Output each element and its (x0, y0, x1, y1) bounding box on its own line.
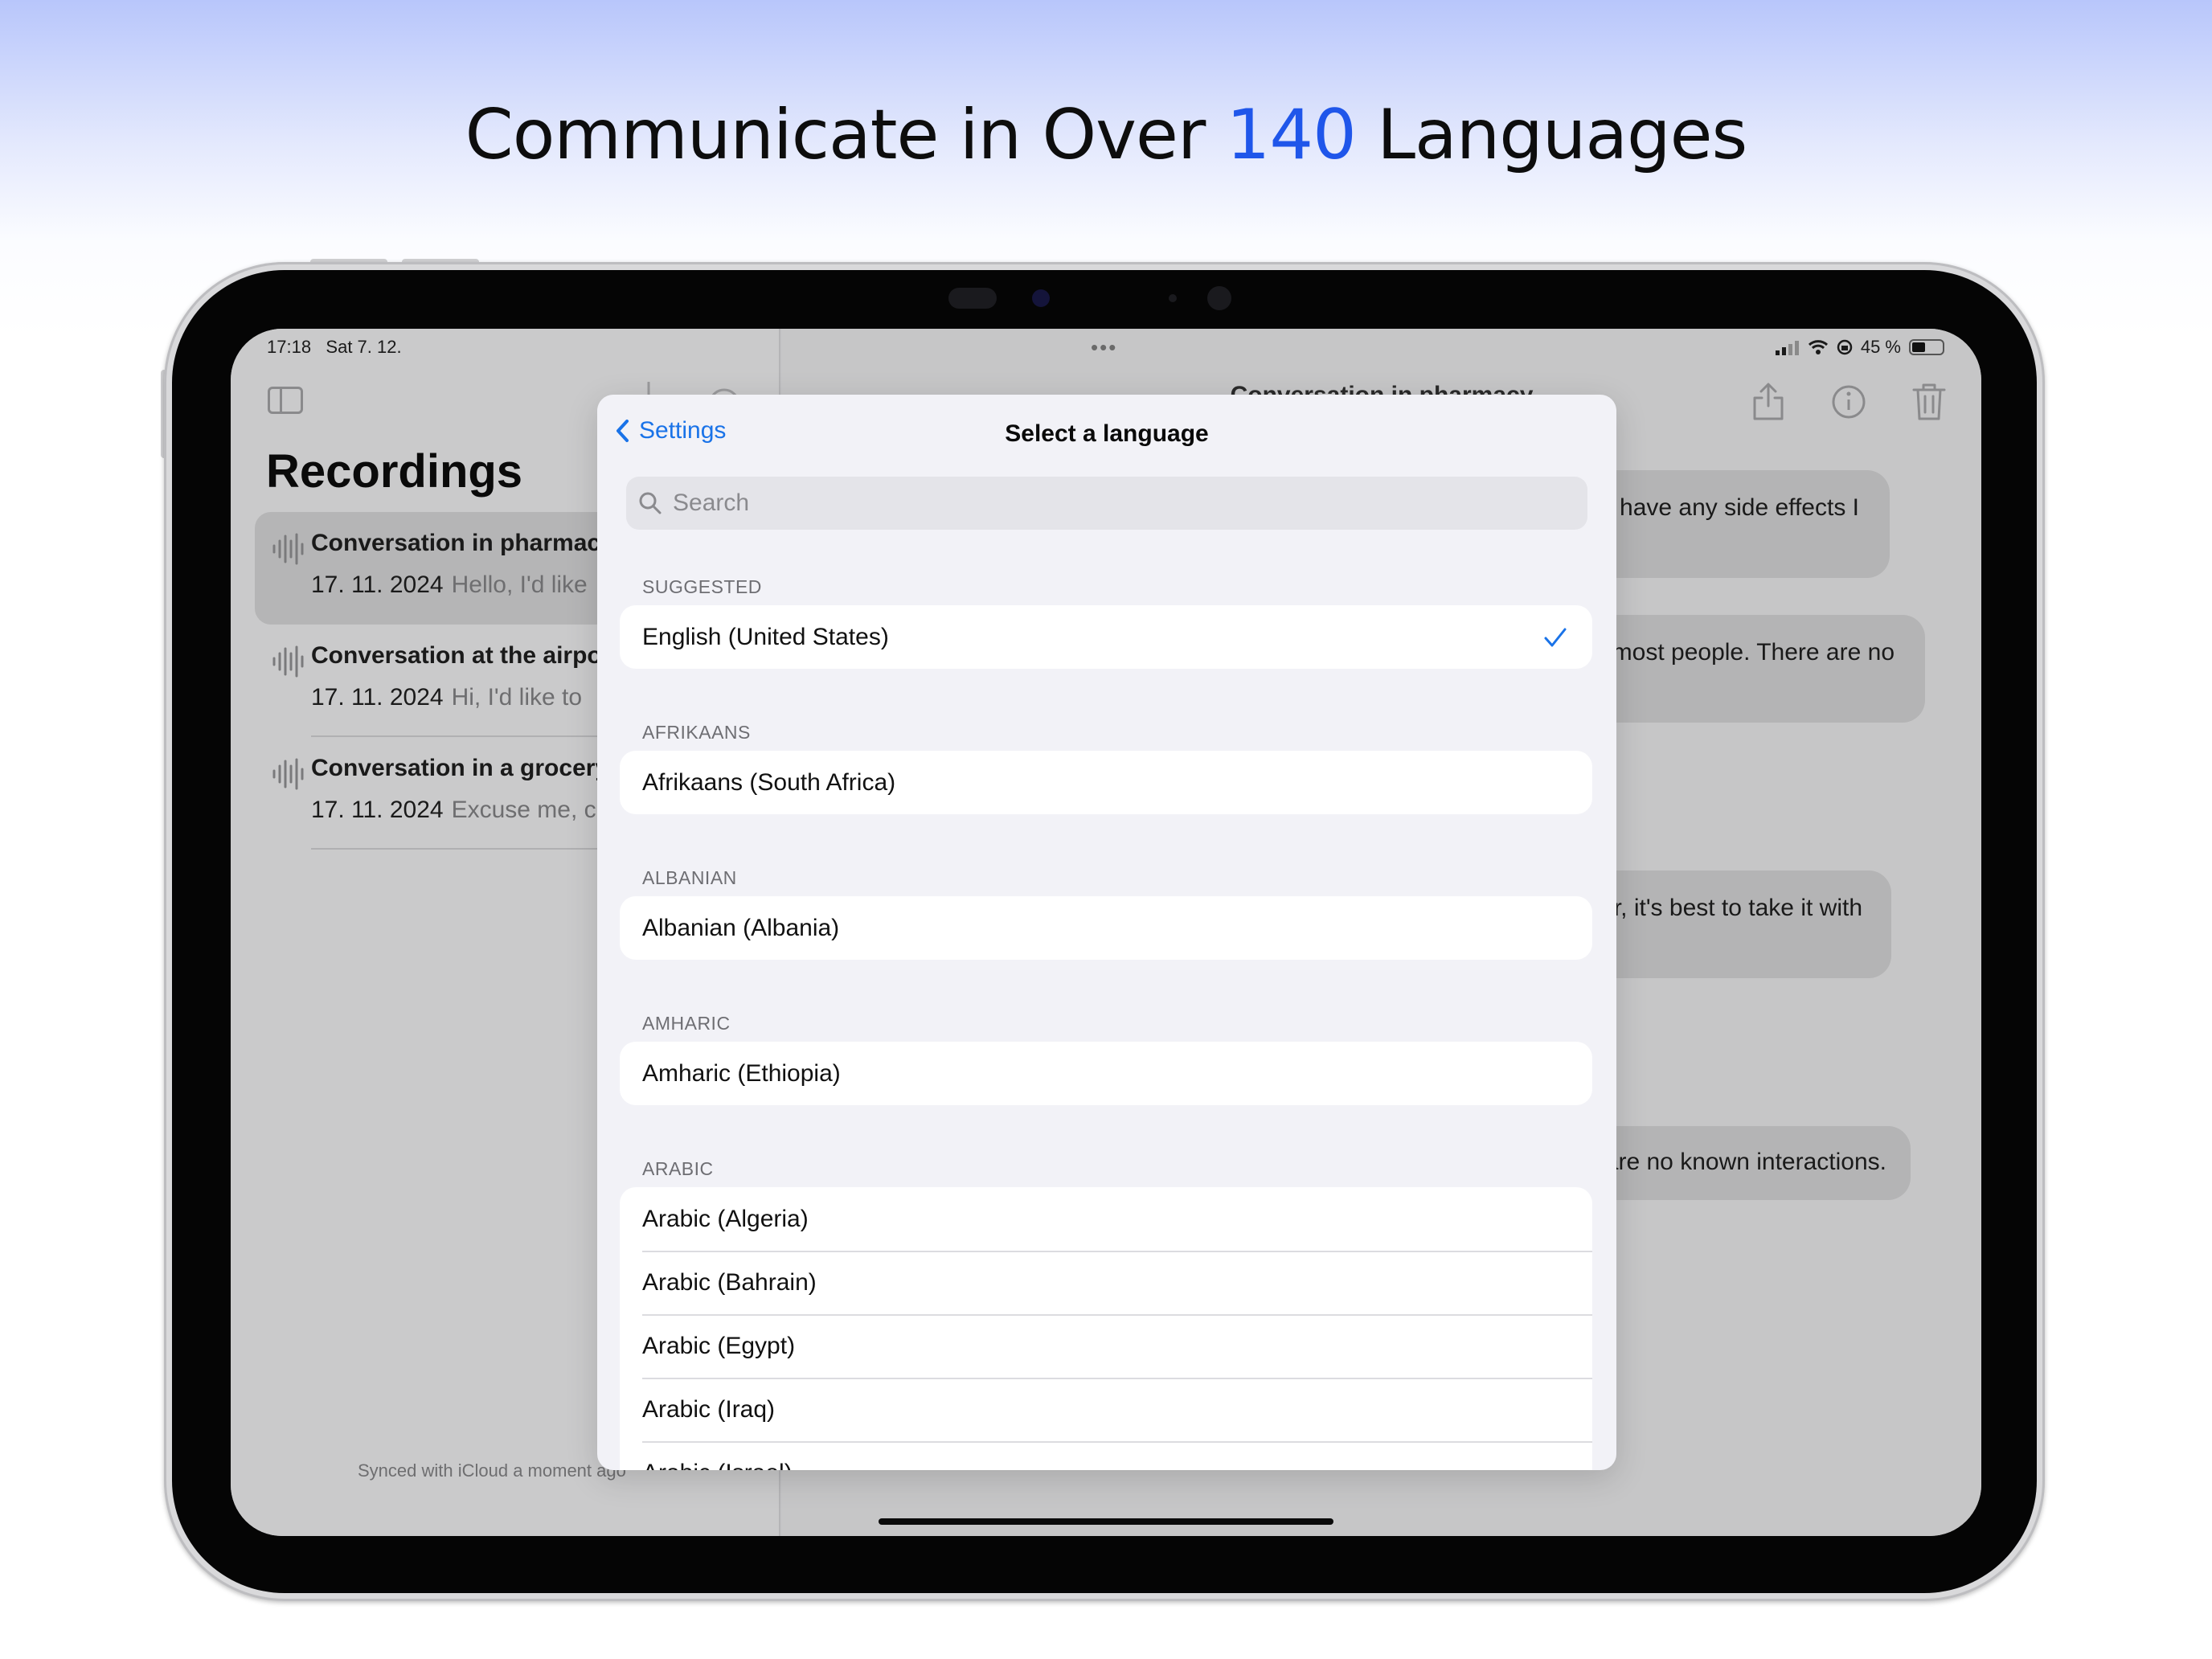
recording-date: 17. 11. 2024 (311, 797, 444, 823)
orientation-lock-icon (1837, 339, 1853, 355)
language-label: Arabic (Egypt) (642, 1332, 796, 1359)
language-label: Amharic (Ethiopia) (642, 1059, 841, 1087)
checkmark-icon (1544, 628, 1567, 647)
status-date: Sat 7. 12. (326, 337, 402, 357)
search-icon (639, 492, 662, 514)
language-group: English (United States) (620, 605, 1592, 669)
language-picker-sheet: Settings Select a language SUGGESTED Eng… (597, 395, 1616, 1470)
battery-icon (1909, 339, 1944, 355)
language-group: Arabic (Algeria) Arabic (Bahrain) Arabic… (620, 1187, 1592, 1470)
headline-text: Communicate in Over (465, 95, 1227, 175)
section-header-arabic: ARABIC (642, 1158, 714, 1179)
language-row[interactable]: Arabic (Bahrain) (620, 1251, 1592, 1314)
recording-meta: 17. 11. 2024 Hello, I'd like (311, 571, 588, 599)
wifi-icon (1808, 340, 1828, 354)
status-clock: 17:18 (267, 337, 312, 357)
icloud-sync-status: Synced with iCloud a moment ago (358, 1460, 626, 1481)
recording-preview: Hi, I'd like to (451, 684, 583, 711)
language-group: Albanian (Albania) (620, 896, 1592, 960)
recordings-title: Recordings (266, 445, 523, 498)
sidebar-toggle-icon[interactable] (268, 387, 303, 414)
language-label: Arabic (Bahrain) (642, 1268, 817, 1296)
search-bar[interactable] (626, 477, 1587, 530)
language-row[interactable]: English (United States) (620, 605, 1592, 669)
message-text: r, it's best to take it with (1613, 895, 1862, 921)
camera-housing (948, 286, 1254, 310)
trash-icon[interactable] (1911, 382, 1948, 422)
detail-toolbar (1750, 382, 1948, 422)
message-text: are no known interactions. (1604, 1149, 1886, 1175)
language-label: Arabic (Israel) (642, 1460, 793, 1471)
message-text: it have any side effects I (1600, 494, 1859, 521)
info-icon[interactable] (1830, 382, 1867, 422)
recording-name: Conversation at the airport (311, 642, 620, 669)
recording-date: 17. 11. 2024 (311, 571, 444, 598)
language-label: Albanian (Albania) (642, 914, 840, 941)
sheet-title: Select a language (1005, 420, 1209, 447)
waveform-icon (272, 645, 304, 678)
language-label: Arabic (Iraq) (642, 1395, 776, 1423)
waveform-icon (272, 758, 304, 790)
section-header-albanian: ALBANIAN (642, 867, 737, 888)
language-row[interactable]: Arabic (Israel) (620, 1441, 1592, 1470)
multitasking-dots-icon[interactable]: ••• (1091, 335, 1117, 360)
battery-percent: 45 % (1860, 337, 1901, 357)
recording-preview: Hello, I'd like (451, 571, 588, 598)
language-group: Amharic (Ethiopia) (620, 1042, 1592, 1105)
status-time: 17:18 Sat 7. 12. (267, 337, 402, 358)
language-row[interactable]: Amharic (Ethiopia) (620, 1042, 1592, 1105)
search-input[interactable] (673, 490, 1557, 517)
recording-name: Conversation in pharmacy (311, 530, 614, 556)
share-icon[interactable] (1750, 382, 1787, 422)
marketing-headline: Communicate in Over 140 Languages (0, 95, 2212, 175)
language-row[interactable]: Arabic (Iraq) (620, 1378, 1592, 1441)
waveform-icon (272, 533, 304, 565)
recording-meta: 17. 11. 2024 Hi, I'd like to (311, 684, 582, 711)
section-header-suggested: SUGGESTED (642, 576, 762, 597)
language-row[interactable]: Arabic (Algeria) (620, 1187, 1592, 1251)
language-row[interactable]: Afrikaans (South Africa) (620, 751, 1592, 814)
language-label: Afrikaans (South Africa) (642, 768, 896, 796)
recording-meta: 17. 11. 2024 Excuse me, c (311, 797, 596, 824)
recording-preview: Excuse me, c (451, 797, 596, 823)
status-indicators: 45 % (1775, 337, 1944, 358)
recording-date: 17. 11. 2024 (311, 684, 444, 711)
ipad-screen: Recordings Conversation in pharmacy 17. … (231, 329, 1981, 1536)
section-header-afrikaans: AFRIKAANS (642, 722, 751, 743)
headline-text-end: Languages (1355, 95, 1747, 175)
home-indicator[interactable] (879, 1518, 1333, 1525)
language-group: Afrikaans (South Africa) (620, 751, 1592, 814)
message-text: r most people. There are no (1597, 639, 1895, 666)
recording-name: Conversation in a grocery (311, 755, 609, 781)
language-label: English (United States) (642, 623, 889, 650)
language-row[interactable]: Arabic (Egypt) (620, 1314, 1592, 1378)
cellular-signal-icon (1775, 341, 1799, 355)
section-header-amharic: AMHARIC (642, 1013, 731, 1034)
language-row[interactable]: Albanian (Albania) (620, 896, 1592, 960)
language-label: Arabic (Algeria) (642, 1205, 809, 1232)
headline-accent-number: 140 (1226, 95, 1357, 175)
